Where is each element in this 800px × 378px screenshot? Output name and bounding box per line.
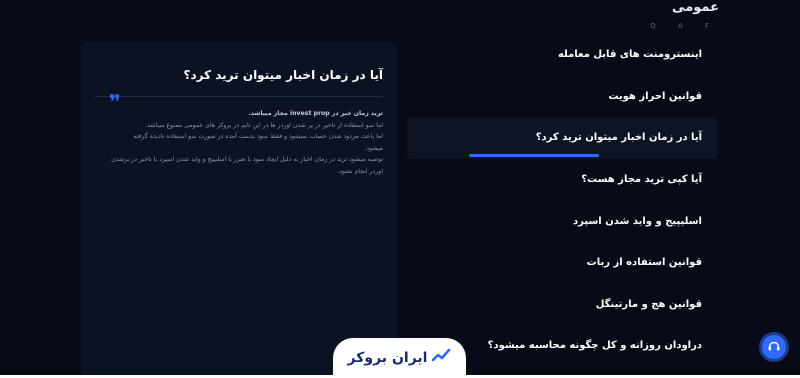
- support-button[interactable]: [762, 335, 786, 359]
- answer-line: میشود.: [364, 144, 383, 152]
- faq-question-item[interactable]: آیا کپی ترید مجاز هست؟: [407, 159, 718, 201]
- faq-question-item[interactable]: قوانین هج و مارتینگل: [407, 284, 718, 326]
- faq-question-item[interactable]: اینسترومنت های قابل معامله: [407, 34, 718, 76]
- faq-question-list: اینسترومنت های قابل معامله قوانین احراز …: [407, 34, 718, 367]
- answer-panel: آیا در زمان اخبار میتوان ترید کرد؟ ❞ تری…: [81, 42, 397, 378]
- headset-icon: [767, 338, 781, 357]
- brand-name: ایران بروکر: [347, 350, 428, 366]
- faq-question-item-active[interactable]: آیا در زمان اخبار میتوان ترید کرد؟: [407, 117, 718, 159]
- faq-question-item[interactable]: قوانین استفاده از ربات: [407, 242, 718, 284]
- faq-question-item[interactable]: قوانین احراز هویت: [407, 76, 718, 118]
- answer-title: آیا در زمان اخبار میتوان ترید کرد؟: [183, 68, 384, 82]
- answer-lead: ترید زمان خبر در invest prop مجاز میباشد…: [248, 110, 383, 117]
- answer-body: ترید زمان خبر در invest prop مجاز میباشد…: [93, 108, 383, 178]
- chart-logo-icon: [431, 346, 451, 370]
- answer-line: توصیه میشود ترید در زمان اخبار به دلیل ا…: [111, 156, 383, 164]
- faq-question-item[interactable]: اسلیپیج و واید شدن اسپرد: [407, 200, 718, 242]
- faq-letters: Q A F: [650, 22, 719, 30]
- answer-line: اما سو استفاده از تاخیر در پر شدن اوردر …: [145, 121, 383, 129]
- answer-line: اوردر انجام نشود.: [337, 167, 383, 175]
- answer-line: اما باعث مردود شدن حساب نمیشود و فقط سود…: [133, 133, 383, 141]
- section-title: عمومی: [672, 0, 719, 15]
- brand-logo[interactable]: ایران بروکر: [333, 338, 466, 378]
- answer-divider: [95, 96, 383, 97]
